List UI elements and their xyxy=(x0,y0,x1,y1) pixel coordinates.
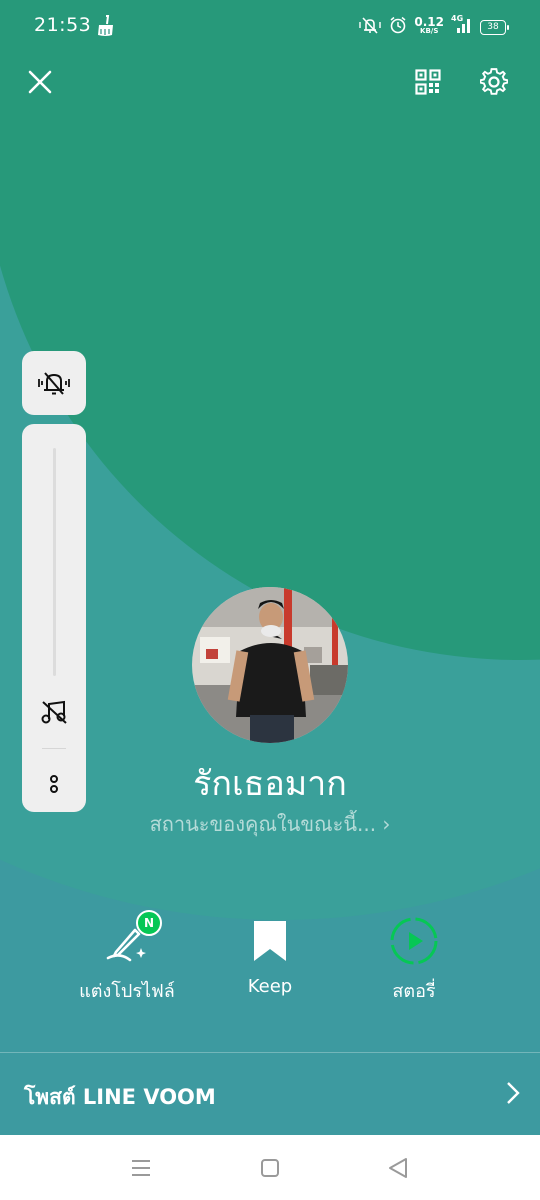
volume-track[interactable] xyxy=(53,448,56,676)
chevron-right-icon: › xyxy=(382,812,391,836)
gear-icon xyxy=(480,68,508,95)
keep-label: Keep xyxy=(247,976,293,997)
notification-toggle-button[interactable] xyxy=(22,351,86,415)
signal-icon: 4G xyxy=(451,14,473,38)
qr-code-icon xyxy=(415,69,441,95)
cleaner-icon xyxy=(94,14,116,42)
back-button[interactable] xyxy=(383,1153,413,1183)
side-divider xyxy=(42,748,66,749)
close-icon xyxy=(28,70,52,94)
bell-off-icon xyxy=(38,372,70,395)
avatar-photo xyxy=(192,587,348,743)
profile-name[interactable]: รักเธอมาก xyxy=(0,756,540,810)
keep-button[interactable]: Keep xyxy=(195,916,345,1006)
music-toggle-button[interactable] xyxy=(38,696,70,728)
status-message: สถานะของคุณในขณะนี้... xyxy=(149,812,377,836)
story-play-icon xyxy=(389,916,439,966)
side-control-panel xyxy=(22,424,86,812)
bookmark-icon xyxy=(245,916,295,966)
line-voom-posts-row[interactable]: โพสต์ LINE VOOM xyxy=(0,1052,540,1136)
status-message-link[interactable]: สถานะของคุณในขณะนี้... › xyxy=(0,808,540,840)
close-button[interactable] xyxy=(20,62,60,102)
net-speed-unit: KB/S xyxy=(420,27,439,35)
edit-profile-icon: N xyxy=(102,910,162,966)
new-badge: N xyxy=(136,910,162,936)
net-speed-value: 0.12 xyxy=(414,15,444,29)
line-voom-label: โพสต์ LINE VOOM xyxy=(24,1085,216,1109)
status-time: 21:53 xyxy=(34,14,92,36)
chevron-right-icon xyxy=(506,1081,520,1109)
edit-profile-button[interactable]: N แต่งโปรไฟล์ xyxy=(52,910,202,1006)
home-button[interactable] xyxy=(255,1153,285,1183)
profile-avatar[interactable] xyxy=(192,587,348,743)
alarm-icon xyxy=(389,16,407,38)
recent-apps-button[interactable] xyxy=(126,1153,156,1183)
network-type: 4G xyxy=(451,14,464,23)
vibrate-silent-icon xyxy=(358,15,382,39)
back-triangle-icon xyxy=(389,1158,407,1178)
settings-button[interactable] xyxy=(474,62,514,102)
menu-icon xyxy=(132,1160,150,1176)
story-button[interactable]: สตอรี่ xyxy=(339,916,489,1006)
status-bar: 21:53 0.12 KB/S 4G 38 xyxy=(0,0,540,54)
qr-code-button[interactable] xyxy=(408,62,448,102)
music-off-icon xyxy=(41,700,67,724)
net-speed: 0.12 KB/S xyxy=(414,15,444,36)
home-square-icon xyxy=(261,1159,279,1177)
story-label: สตอรี่ xyxy=(392,981,436,1002)
battery-indicator: 38 xyxy=(480,19,509,35)
edit-profile-label: แต่งโปรไฟล์ xyxy=(79,981,175,1002)
system-nav-bar xyxy=(0,1135,540,1200)
